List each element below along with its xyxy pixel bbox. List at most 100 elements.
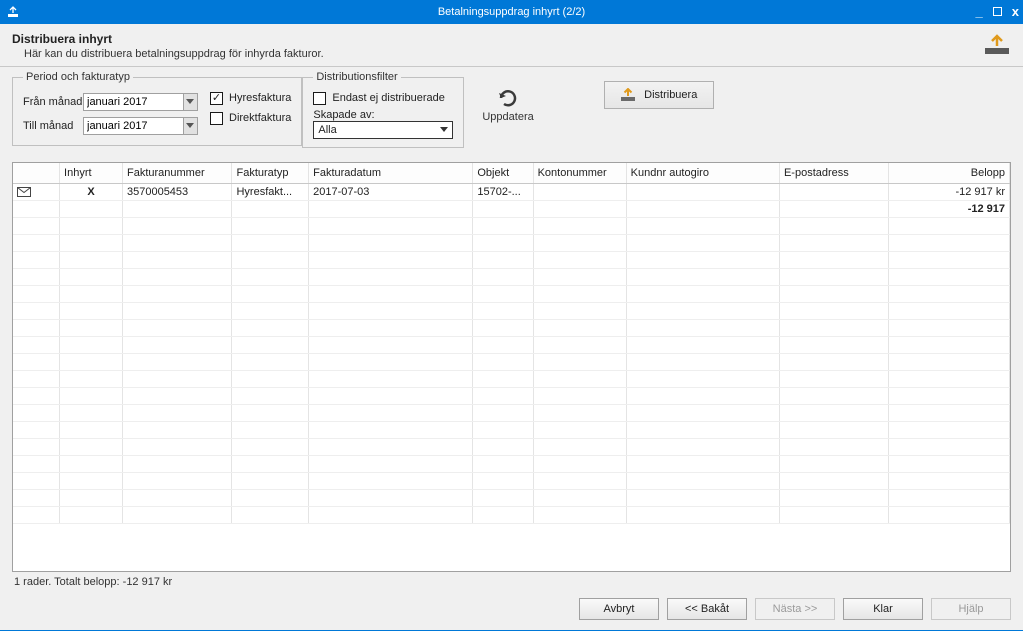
table-cell[interactable]: [779, 404, 889, 421]
table-cell[interactable]: [122, 421, 232, 438]
table-cell[interactable]: [60, 387, 123, 404]
table-cell[interactable]: [533, 319, 626, 336]
table-cell[interactable]: [13, 234, 60, 251]
table-cell[interactable]: [60, 302, 123, 319]
table-cell[interactable]: [60, 370, 123, 387]
table-cell[interactable]: [232, 387, 309, 404]
table-cell[interactable]: [533, 268, 626, 285]
table-cell[interactable]: [122, 200, 232, 217]
table-cell[interactable]: [309, 234, 473, 251]
table-cell[interactable]: [232, 319, 309, 336]
table-cell[interactable]: [889, 421, 1010, 438]
table-cell[interactable]: [13, 285, 60, 302]
skapade-av-select[interactable]: Alla: [313, 121, 453, 139]
table-cell[interactable]: 2017-07-03: [309, 183, 473, 200]
table-cell[interactable]: [473, 404, 533, 421]
table-cell[interactable]: [309, 404, 473, 421]
table-cell[interactable]: [60, 489, 123, 506]
table-cell[interactable]: [60, 336, 123, 353]
table-cell[interactable]: [626, 404, 779, 421]
minimize-button[interactable]: _: [976, 0, 983, 24]
table-cell[interactable]: [626, 217, 779, 234]
table-cell[interactable]: [60, 455, 123, 472]
table-cell[interactable]: [533, 336, 626, 353]
table-cell[interactable]: [626, 421, 779, 438]
col-kontonummer[interactable]: Kontonummer: [533, 163, 626, 183]
table-cell[interactable]: [626, 506, 779, 523]
table-cell[interactable]: [473, 489, 533, 506]
table-cell[interactable]: [122, 285, 232, 302]
close-button[interactable]: x: [1012, 0, 1019, 24]
table-cell[interactable]: [13, 200, 60, 217]
table-cell[interactable]: [626, 251, 779, 268]
table-cell[interactable]: [779, 183, 889, 200]
table-cell[interactable]: [122, 404, 232, 421]
table-cell[interactable]: [889, 404, 1010, 421]
table-cell[interactable]: [60, 506, 123, 523]
table-cell[interactable]: [779, 285, 889, 302]
table-cell[interactable]: [889, 506, 1010, 523]
col-kundnr[interactable]: Kundnr autogiro: [626, 163, 779, 183]
table-cell[interactable]: [60, 404, 123, 421]
col-fakturanummer[interactable]: Fakturanummer: [122, 163, 232, 183]
table-cell[interactable]: [779, 200, 889, 217]
table-cell[interactable]: -12 917: [889, 200, 1010, 217]
table-cell[interactable]: [533, 251, 626, 268]
table-cell[interactable]: [13, 319, 60, 336]
table-cell[interactable]: [232, 285, 309, 302]
table-cell[interactable]: [473, 285, 533, 302]
table-cell[interactable]: [232, 489, 309, 506]
table-cell[interactable]: [232, 421, 309, 438]
table-cell[interactable]: [309, 387, 473, 404]
table-cell[interactable]: [122, 319, 232, 336]
table-cell[interactable]: [626, 387, 779, 404]
table-cell[interactable]: [13, 455, 60, 472]
table-cell[interactable]: [779, 251, 889, 268]
table-cell[interactable]: [122, 370, 232, 387]
table-cell[interactable]: [779, 370, 889, 387]
table-cell[interactable]: [309, 217, 473, 234]
table-cell[interactable]: [626, 472, 779, 489]
table-cell[interactable]: [473, 251, 533, 268]
table-cell[interactable]: [309, 421, 473, 438]
table-cell[interactable]: [309, 336, 473, 353]
table-cell[interactable]: [309, 506, 473, 523]
table-cell[interactable]: [779, 353, 889, 370]
table-cell[interactable]: [309, 200, 473, 217]
maximize-button[interactable]: [993, 0, 1002, 24]
from-month-combo[interactable]: [83, 93, 198, 111]
table-cell[interactable]: [889, 302, 1010, 319]
table-cell[interactable]: [122, 251, 232, 268]
table-cell[interactable]: [122, 217, 232, 234]
table-cell[interactable]: [626, 302, 779, 319]
table-cell[interactable]: [13, 438, 60, 455]
table-cell[interactable]: [473, 370, 533, 387]
table-cell[interactable]: [122, 506, 232, 523]
table-cell[interactable]: [889, 387, 1010, 404]
table-cell[interactable]: [232, 268, 309, 285]
table-cell[interactable]: [533, 353, 626, 370]
table-cell[interactable]: [533, 370, 626, 387]
table-cell[interactable]: [232, 370, 309, 387]
table-cell[interactable]: [533, 200, 626, 217]
table-cell[interactable]: [232, 234, 309, 251]
to-month-combo[interactable]: [83, 117, 198, 135]
table-cell[interactable]: [13, 268, 60, 285]
table-cell[interactable]: [13, 387, 60, 404]
table-cell[interactable]: [122, 387, 232, 404]
refresh-button[interactable]: Uppdatera: [482, 71, 533, 123]
table-cell[interactable]: [473, 302, 533, 319]
table-cell[interactable]: [13, 217, 60, 234]
table-cell[interactable]: [309, 455, 473, 472]
table-cell[interactable]: [473, 421, 533, 438]
table-cell[interactable]: [779, 421, 889, 438]
skapade-av-dropdown-button[interactable]: [436, 127, 452, 133]
table-cell[interactable]: [232, 217, 309, 234]
table-cell[interactable]: [779, 268, 889, 285]
col-icon[interactable]: [13, 163, 60, 183]
table-cell[interactable]: [60, 200, 123, 217]
table-cell[interactable]: [889, 251, 1010, 268]
table-cell[interactable]: X: [60, 183, 123, 200]
table-cell[interactable]: [473, 353, 533, 370]
table-cell[interactable]: [13, 421, 60, 438]
